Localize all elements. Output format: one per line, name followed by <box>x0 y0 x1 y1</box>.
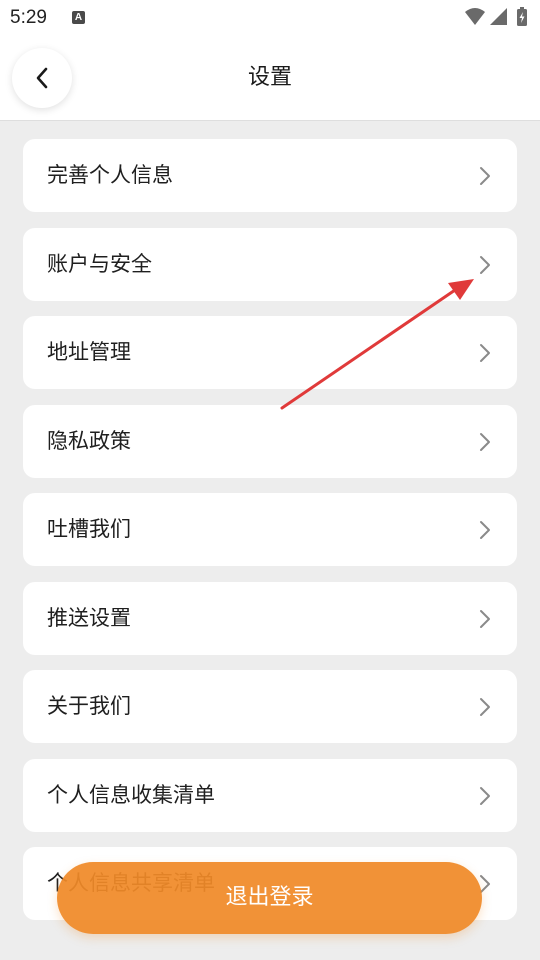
status-time: 5:29 <box>10 7 47 28</box>
chevron-right-icon <box>480 255 490 274</box>
menu-item-account-security[interactable]: 账户与安全 <box>23 227 517 301</box>
settings-menu: 完善个人信息 账户与安全 地址管理 隐私政策 吐槽我们 推送设置 关于我们 个人… <box>23 139 517 936</box>
battery-charging-icon <box>517 7 527 26</box>
chevron-right-icon <box>480 167 490 185</box>
menu-item-address-management[interactable]: 地址管理 <box>23 316 517 389</box>
status-icons <box>464 7 532 29</box>
menu-item-label: 账户与安全 <box>47 251 152 276</box>
menu-item-label: 个人信息收集清单 <box>47 782 215 807</box>
menu-item-complete-profile[interactable]: 完善个人信息 <box>23 139 517 212</box>
menu-item-label: 推送设置 <box>47 605 131 630</box>
top-bar: 5:29 A 设置 <box>0 0 540 121</box>
chevron-right-icon <box>480 432 490 451</box>
back-button[interactable] <box>12 48 72 108</box>
chevron-right-icon <box>480 344 490 362</box>
menu-item-label: 完善个人信息 <box>47 163 173 187</box>
menu-item-label: 吐槽我们 <box>47 517 131 541</box>
signal-icon <box>490 8 507 25</box>
menu-item-label: 隐私政策 <box>47 428 131 453</box>
logout-button[interactable]: 退出登录 <box>57 862 482 934</box>
status-bar: 5:29 A <box>0 0 540 38</box>
menu-item-push-settings[interactable]: 推送设置 <box>23 581 517 655</box>
menu-item-privacy-policy[interactable]: 隐私政策 <box>23 404 517 478</box>
menu-item-label: 地址管理 <box>47 340 131 364</box>
page-title: 设置 <box>247 65 292 90</box>
menu-item-label: 关于我们 <box>47 694 131 718</box>
menu-item-info-collection-list[interactable]: 个人信息收集清单 <box>23 758 517 832</box>
chevron-left-icon <box>36 67 48 89</box>
notification-icon: A <box>72 11 85 24</box>
chevron-right-icon <box>480 698 490 716</box>
chevron-right-icon <box>480 521 490 539</box>
chevron-right-icon <box>480 609 490 628</box>
chevron-right-icon <box>480 786 490 805</box>
menu-item-feedback[interactable]: 吐槽我们 <box>23 493 517 566</box>
menu-item-about-us[interactable]: 关于我们 <box>23 670 517 743</box>
wifi-icon <box>465 8 485 25</box>
